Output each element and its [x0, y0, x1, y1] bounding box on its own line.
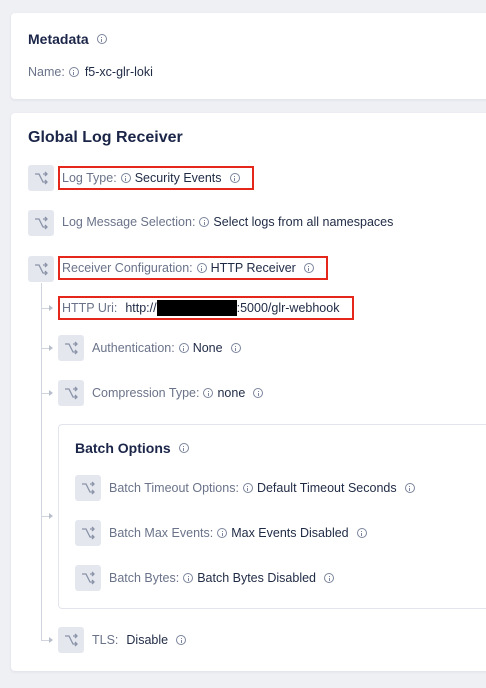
receiver-configuration-field: Receiver Configuration: HTTP Receiver [62, 258, 318, 278]
metadata-card: Metadata Name: f5-xc-glr-loki [11, 13, 486, 99]
info-icon[interactable] [242, 483, 253, 493]
tree-branch [41, 640, 49, 641]
receiver-configuration-value: HTTP Receiver [210, 261, 296, 275]
flow-icon [28, 210, 54, 236]
flow-icon [75, 565, 101, 591]
info-icon[interactable] [68, 67, 79, 77]
authentication-field: Authentication: None [92, 338, 245, 358]
info-icon[interactable] [196, 263, 207, 273]
info-icon[interactable] [203, 388, 214, 398]
batch-timeout-field: Batch Timeout Options: Default Timeout S… [109, 478, 419, 498]
info-icon[interactable] [217, 528, 228, 538]
info-icon[interactable] [404, 483, 415, 493]
glr-title: Global Log Receiver [28, 129, 183, 146]
tree-branch [41, 516, 49, 517]
batch-bytes-field: Batch Bytes: Batch Bytes Disabled [109, 568, 338, 588]
batch-timeout-value: Default Timeout Seconds [256, 481, 397, 495]
info-icon[interactable] [183, 573, 194, 583]
tls-field: TLS: Disable [92, 630, 190, 650]
receiver-configuration-label: Receiver Configuration: [62, 261, 193, 275]
http-uri-value-prefix: http:// [125, 301, 157, 315]
batch-max-events-field: Batch Max Events: Max Events Disabled [109, 523, 371, 543]
log-message-selection-field: Log Message Selection: Select logs from … [62, 212, 393, 232]
flow-icon [75, 520, 101, 546]
http-uri-value-suffix: :5000/glr-webhook [236, 301, 340, 315]
flow-icon [58, 380, 84, 406]
info-icon[interactable] [178, 443, 189, 453]
batch-max-events-value: Max Events Disabled [231, 526, 349, 540]
http-uri-field: HTTP Uri: http:// :5000/glr-webhook [62, 298, 339, 318]
log-type-field: Log Type: Security Events [62, 168, 244, 188]
http-uri-label: HTTP Uri: [62, 301, 118, 315]
info-icon[interactable] [120, 173, 131, 183]
info-icon[interactable] [356, 528, 367, 538]
metadata-title: Metadata [28, 31, 89, 47]
batch-bytes-value: Batch Bytes Disabled [197, 571, 316, 585]
batch-timeout-label: Batch Timeout Options: [109, 481, 239, 495]
compression-type-field: Compression Type: none [92, 383, 267, 403]
batch-options-title: Batch Options [75, 440, 171, 456]
tls-label: TLS: [92, 633, 119, 647]
batch-bytes-label: Batch Bytes: [109, 571, 180, 585]
tree-branch [41, 308, 49, 309]
flow-icon [58, 627, 84, 653]
tree-branch [41, 348, 49, 349]
log-type-value: Security Events [134, 171, 222, 185]
log-message-selection-value: Select logs from all namespaces [213, 215, 394, 229]
log-type-label: Log Type: [62, 171, 117, 185]
name-field: Name: f5-xc-glr-loki [28, 62, 153, 82]
compression-type-label: Compression Type: [92, 386, 200, 400]
name-label: Name: [28, 65, 65, 79]
tree-branch [41, 393, 49, 394]
tree-line-main [41, 283, 42, 641]
authentication-value: None [192, 341, 223, 355]
info-icon[interactable] [324, 573, 334, 583]
log-message-selection-label: Log Message Selection: [62, 215, 196, 229]
batch-max-events-label: Batch Max Events: [109, 526, 214, 540]
redacted-block [156, 300, 237, 316]
metadata-title-row: Metadata [28, 31, 111, 47]
flow-icon [28, 256, 54, 282]
flow-icon [28, 165, 54, 191]
name-value: f5-xc-glr-loki [84, 65, 153, 79]
flow-icon [75, 475, 101, 501]
flow-icon [58, 335, 84, 361]
tree-arrow [49, 637, 53, 643]
authentication-label: Authentication: [92, 341, 175, 355]
info-icon[interactable] [178, 343, 189, 353]
info-icon[interactable] [229, 173, 240, 183]
info-icon[interactable] [199, 217, 210, 227]
tree-arrow [49, 390, 53, 396]
info-icon[interactable] [176, 635, 187, 645]
batch-options-title-row: Batch Options [75, 440, 193, 456]
tree-arrow [49, 345, 53, 351]
info-icon[interactable] [303, 263, 314, 273]
tls-value: Disable [126, 633, 169, 647]
tree-arrow [49, 305, 53, 311]
info-icon[interactable] [230, 343, 241, 353]
info-icon[interactable] [96, 34, 107, 44]
compression-type-value: none [217, 386, 246, 400]
tree-arrow [49, 513, 53, 519]
info-icon[interactable] [253, 388, 264, 398]
